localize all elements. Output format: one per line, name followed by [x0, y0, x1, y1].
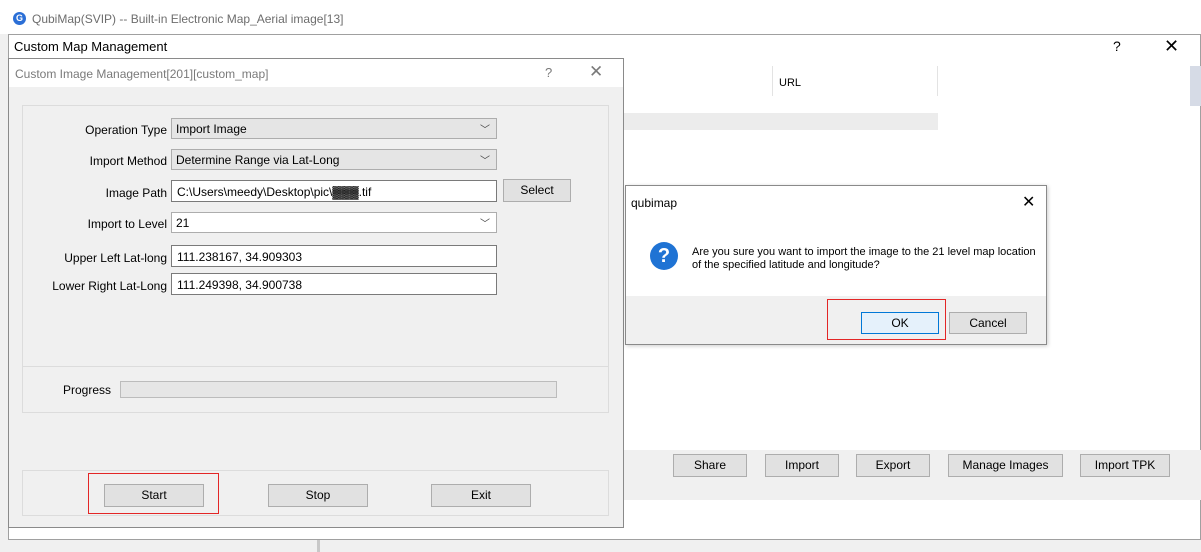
chevron-down-icon: ﹀	[480, 156, 490, 167]
image-path-label: Image Path	[105, 186, 167, 200]
app-title: QubiMap(SVIP) -- Built-in Electronic Map…	[32, 12, 344, 26]
image-path-value: C:\Users\meedy\Desktop\pic\▓▓▓.tif	[177, 185, 372, 199]
column-header-url-label: URL	[779, 77, 802, 89]
operation-type-label: Operation Type	[85, 123, 167, 137]
question-icon: ?	[650, 242, 678, 270]
help-button[interactable]: ?	[545, 65, 552, 80]
image-path-input[interactable]: C:\Users\meedy\Desktop\pic\▓▓▓.tif	[171, 180, 497, 202]
lower-right-value: 111.249398, 34.900738	[177, 278, 303, 292]
stop-button[interactable]: Stop	[268, 484, 368, 507]
chevron-down-icon: ﹀	[480, 219, 490, 230]
start-highlight-box	[88, 473, 219, 514]
exit-button[interactable]: Exit	[431, 484, 531, 507]
ok-highlight-box	[827, 299, 946, 340]
share-button[interactable]: Share	[673, 454, 747, 477]
operation-type-value: Import Image	[176, 122, 247, 136]
operation-type-select[interactable]: Import Image ﹀	[171, 118, 497, 139]
cancel-button[interactable]: Cancel	[949, 312, 1027, 334]
import-tpk-button[interactable]: Import TPK	[1080, 454, 1170, 477]
upper-left-value: 111.238167, 34.909303	[177, 250, 303, 264]
custom-image-management-dialog: Custom Image Management[201][custom_map]…	[8, 58, 624, 528]
progress-label: Progress	[62, 383, 111, 397]
manage-images-button[interactable]: Manage Images	[948, 454, 1063, 477]
bottom-strip	[0, 540, 1201, 552]
lower-right-label: Lower Right Lat-Long	[52, 279, 167, 293]
close-icon[interactable]: ✕	[1022, 192, 1035, 212]
column-header-url[interactable]: URL	[772, 66, 938, 96]
upper-left-input[interactable]: 111.238167, 34.909303	[171, 245, 497, 267]
app-title-bar: G QubiMap(SVIP) -- Built-in Electronic M…	[0, 0, 1201, 34]
lower-right-input[interactable]: 111.249398, 34.900738	[171, 273, 497, 295]
chevron-down-icon: ﹀	[480, 125, 490, 136]
table-row[interactable]	[622, 113, 938, 130]
dialog-title-bar: Custom Image Management[201][custom_map]…	[9, 59, 623, 87]
import-button[interactable]: Import	[765, 454, 839, 477]
confirm-message: Are you sure you want to import the imag…	[692, 246, 1036, 271]
help-button[interactable]: ?	[1113, 38, 1121, 54]
progress-bar	[120, 381, 557, 398]
close-icon[interactable]: ✕	[589, 62, 603, 82]
qubimap-logo-icon: G	[13, 12, 26, 25]
close-icon[interactable]: ✕	[1164, 36, 1179, 57]
import-level-label: Import to Level	[87, 217, 167, 231]
import-level-select[interactable]: 21 ﹀	[171, 212, 497, 233]
import-method-label: Import Method	[89, 154, 167, 168]
select-button[interactable]: Select	[503, 179, 571, 202]
import-level-value: 21	[176, 216, 190, 230]
dialog-title: Custom Image Management[201][custom_map]	[15, 67, 269, 81]
upper-left-label: Upper Left Lat-long	[64, 251, 167, 265]
scroll-edge[interactable]	[1190, 66, 1201, 106]
import-method-select[interactable]: Determine Range via Lat-Long ﹀	[171, 149, 497, 170]
dialog-title: qubimap	[631, 196, 678, 210]
import-method-value: Determine Range via Lat-Long	[176, 153, 340, 167]
export-button[interactable]: Export	[856, 454, 930, 477]
left-strip	[0, 34, 8, 552]
window-title: Custom Map Management	[14, 39, 168, 54]
